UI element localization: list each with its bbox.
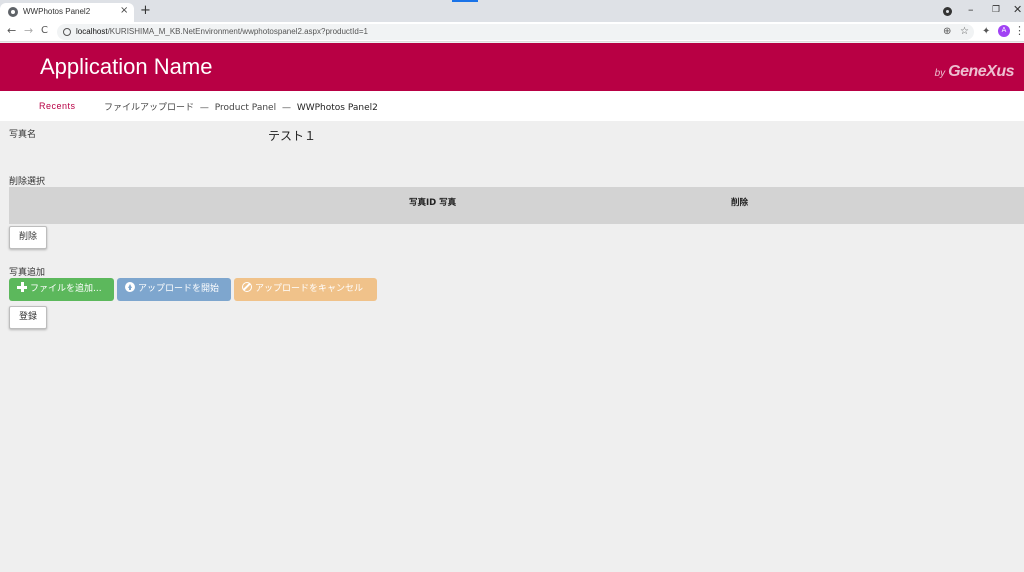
start-upload-button[interactable]: アップロードを開始 [117, 278, 231, 301]
start-upload-label: アップロードを開始 [138, 284, 220, 294]
tabstrip-accent [452, 0, 478, 2]
add-files-button[interactable]: ファイルを追加... [9, 278, 114, 301]
browser-toolbar: ← → C localhost/KURISHIMA_M_KB.NetEnviro… [0, 22, 1024, 42]
photo-name-label: 写真名 [9, 130, 37, 140]
profile-avatar[interactable]: A [998, 25, 1010, 37]
app-title: Application Name [40, 54, 213, 79]
tab-title: WWPhotos Panel2 [23, 7, 91, 16]
logo-by: by [934, 68, 946, 79]
record-icon[interactable] [943, 7, 952, 16]
url-text: localhost/KURISHIMA_M_KB.NetEnvironment/… [76, 27, 368, 36]
zoom-icon[interactable]: ⊕ [943, 26, 951, 37]
minimize-icon[interactable]: – [968, 3, 974, 16]
breadcrumb-item-file-upload[interactable]: ファイルアップロード [104, 103, 194, 113]
globe-icon [8, 7, 18, 17]
restore-icon[interactable]: ❐ [992, 5, 1000, 15]
browser-tabstrip: WWPhotos Panel2 × + – ❐ ✕ [0, 0, 1024, 22]
app-header: Application Name by GeneXus [0, 43, 1024, 91]
photo-name-value: テスト１ [268, 129, 317, 143]
photos-grid-header: 写真ID 写真 削除 [9, 187, 1024, 224]
ban-icon [242, 282, 252, 292]
recents-link[interactable]: Recents [39, 101, 76, 111]
cancel-upload-label: アップロードをキャンセル [255, 284, 364, 294]
breadcrumb-bar: Recents ファイルアップロード — Product Panel — WWP… [0, 91, 1024, 121]
plus-icon [17, 282, 27, 292]
column-photo-id-photo[interactable]: 写真ID 写真 [409, 196, 456, 208]
register-button[interactable]: 登録 [9, 306, 47, 329]
add-files-label: ファイルを追加... [30, 284, 102, 294]
breadcrumb-separator: — [281, 103, 291, 113]
cancel-upload-button[interactable]: アップロードをキャンセル [234, 278, 377, 301]
url-host: localhost [76, 27, 108, 36]
logo-brand: GeneXus [948, 63, 1014, 80]
add-photo-label: 写真追加 [9, 268, 46, 278]
genexus-logo: by GeneXus [934, 63, 1015, 81]
tab-close-icon[interactable]: × [120, 5, 128, 16]
breadcrumb-separator: — [199, 103, 209, 113]
extensions-puzzle-icon[interactable]: ✦ [982, 26, 990, 37]
back-icon[interactable]: ← [7, 24, 16, 37]
url-path: /KURISHIMA_M_KB.NetEnvironment/wwphotosp… [107, 27, 368, 36]
browser-menu-icon[interactable]: ⋮ [1014, 24, 1024, 37]
column-delete[interactable]: 削除 [731, 196, 748, 208]
new-tab-icon[interactable]: + [140, 3, 151, 18]
bookmark-star-icon[interactable]: ☆ [960, 26, 969, 37]
breadcrumb-item-product-panel[interactable]: Product Panel [215, 103, 276, 113]
browser-tab[interactable]: WWPhotos Panel2 × [0, 3, 134, 22]
breadcrumb-item-current: WWPhotos Panel2 [296, 103, 378, 113]
window-close-icon[interactable]: ✕ [1013, 3, 1022, 16]
upload-circle-icon [125, 282, 135, 292]
delete-select-label: 削除選択 [9, 177, 46, 187]
address-bar[interactable]: localhost/KURISHIMA_M_KB.NetEnvironment/… [57, 24, 974, 40]
delete-button[interactable]: 削除 [9, 226, 47, 249]
reload-icon[interactable]: C [41, 25, 48, 36]
forward-icon[interactable]: → [24, 24, 33, 37]
breadcrumb: ファイルアップロード — Product Panel — WWPhotos Pa… [104, 100, 378, 113]
info-icon[interactable] [63, 28, 71, 36]
